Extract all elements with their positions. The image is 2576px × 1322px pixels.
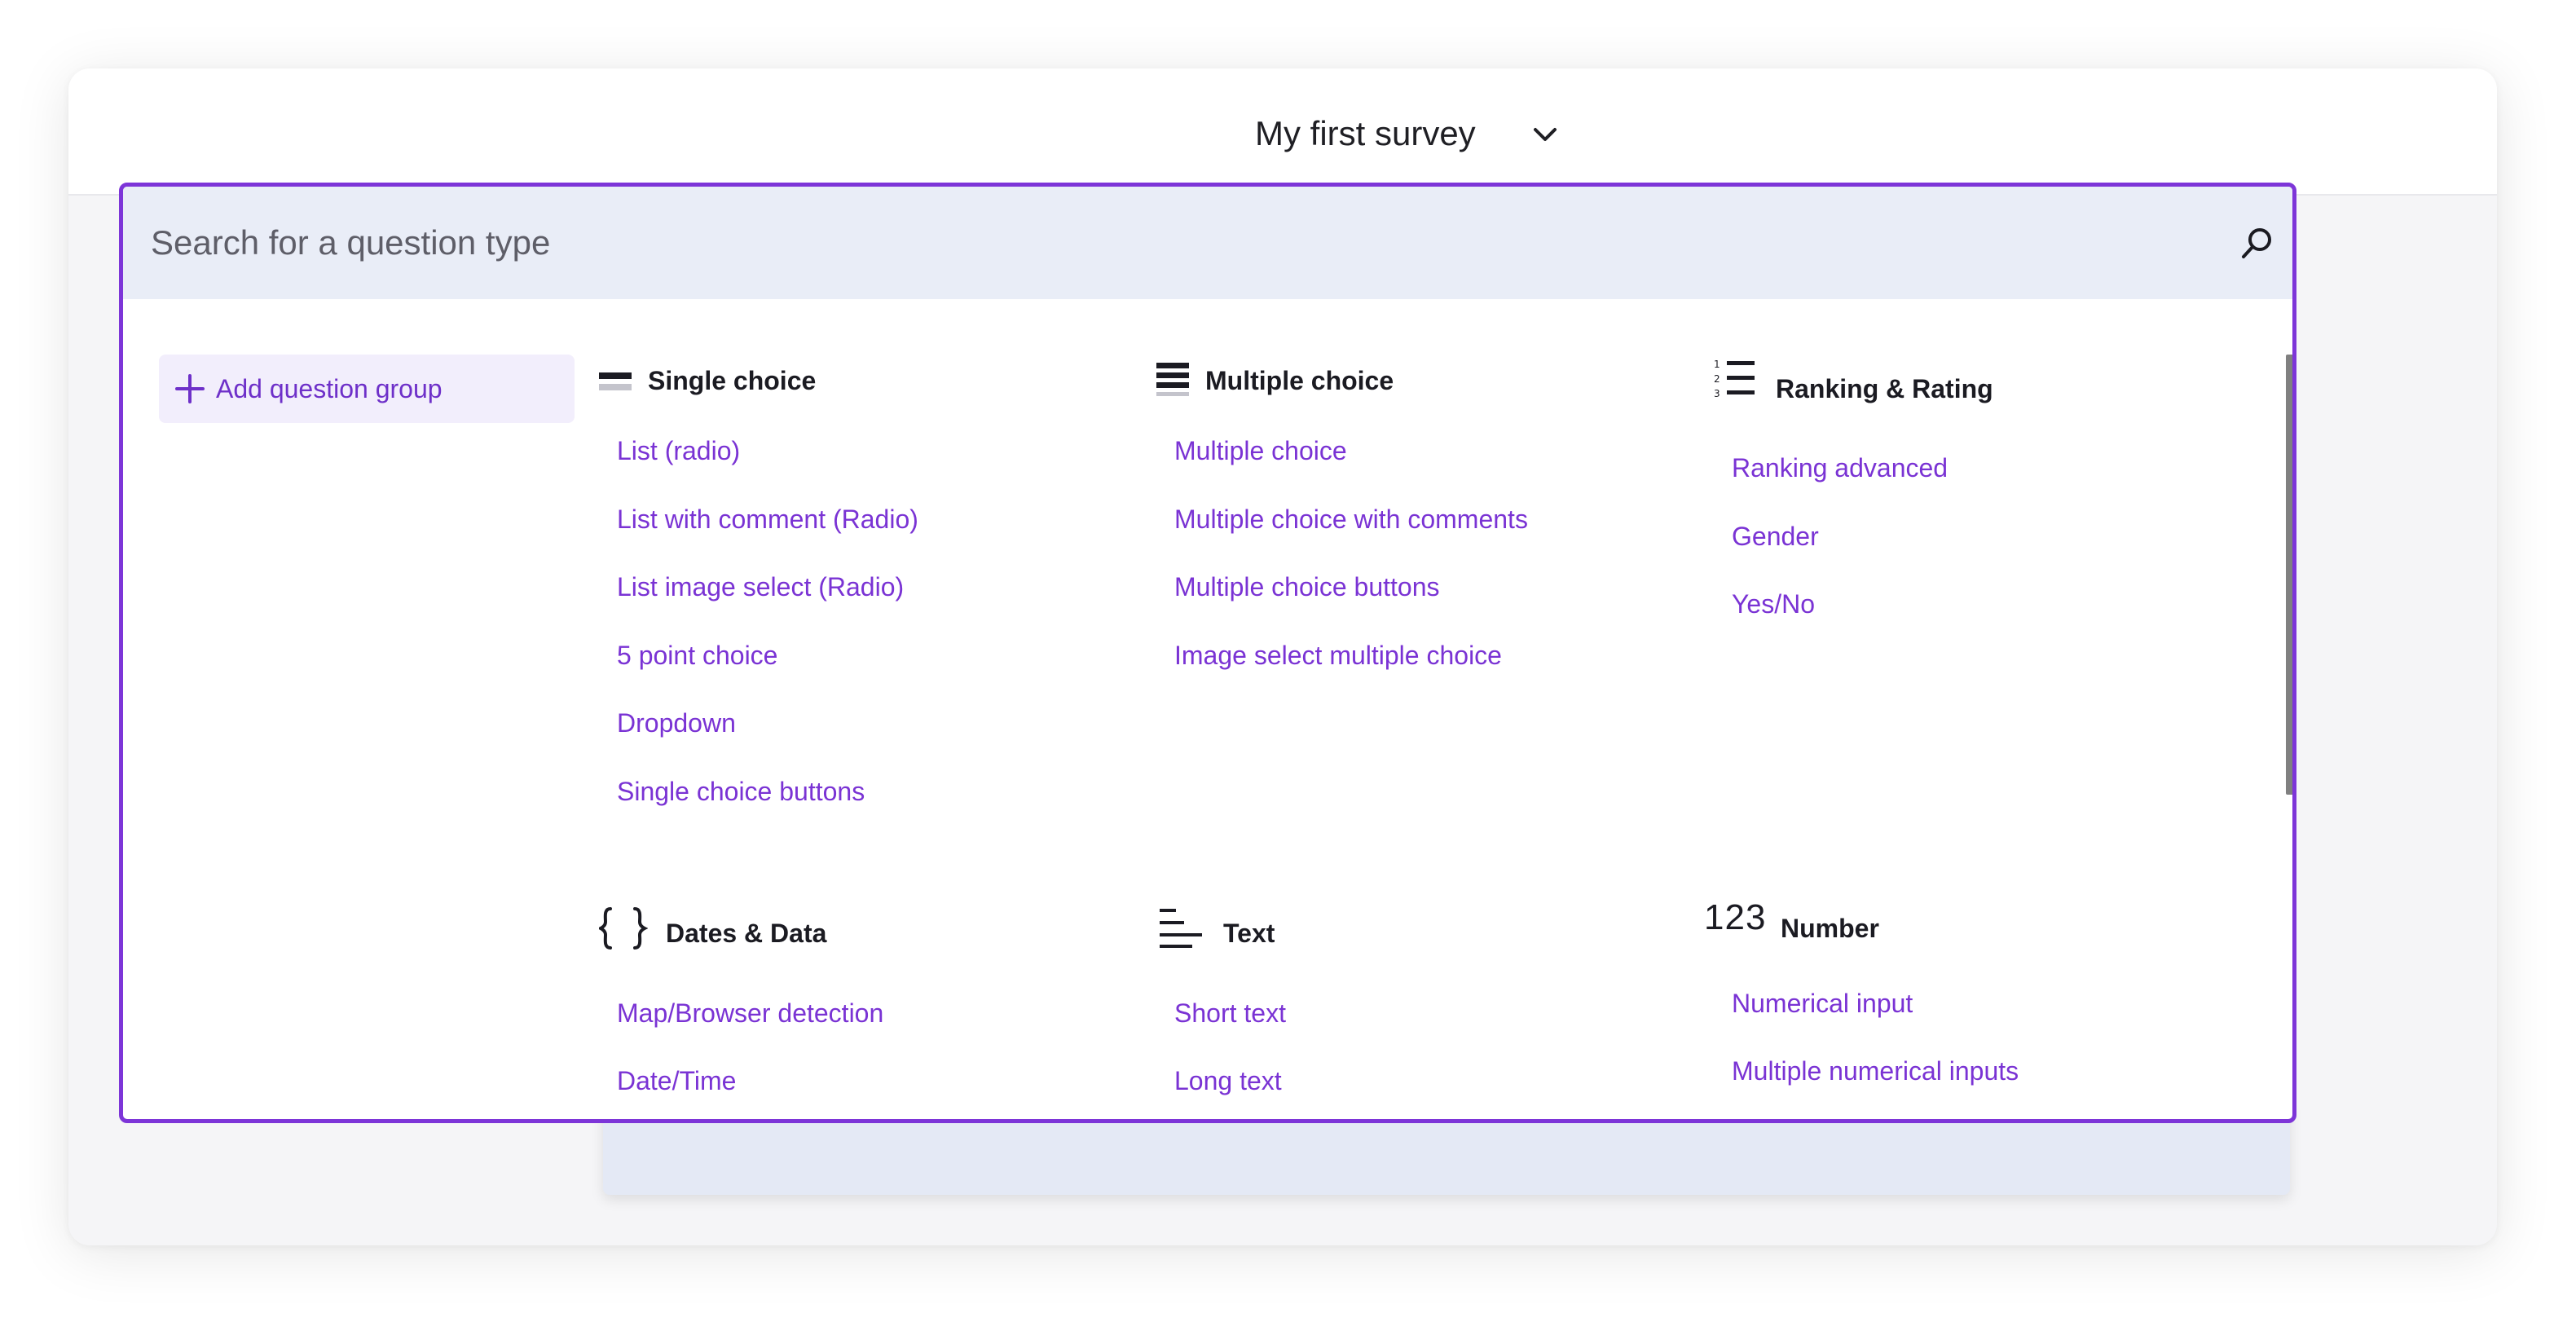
category-title: Ranking & Rating bbox=[1776, 374, 1993, 403]
question-type-single-choice-buttons[interactable]: Single choice buttons bbox=[617, 773, 865, 809]
chevron-down-icon[interactable] bbox=[1527, 119, 1563, 152]
question-type-list-image-select-radio[interactable]: List image select (Radio) bbox=[617, 569, 904, 605]
question-type-multiple-choice-buttons[interactable]: Multiple choice buttons bbox=[1174, 569, 1440, 605]
search-bar bbox=[123, 187, 2292, 299]
number-icon: 123 bbox=[1704, 897, 1767, 937]
question-type-list-with-comment-radio[interactable]: List with comment (Radio) bbox=[617, 501, 918, 537]
svg-text:2: 2 bbox=[1714, 373, 1720, 385]
category-title: Multiple choice bbox=[1205, 366, 1394, 395]
single-choice-icon bbox=[599, 372, 632, 390]
curly-braces-icon bbox=[599, 907, 648, 950]
add-question-group-label: Add question group bbox=[216, 374, 443, 403]
question-type-gender[interactable]: Gender bbox=[1732, 518, 1819, 554]
category-title: Text bbox=[1223, 919, 1275, 948]
question-type-picker: Add question group Single choice List (r… bbox=[119, 183, 2296, 1123]
question-type-dropdown[interactable]: Dropdown bbox=[617, 705, 736, 741]
question-type-list-radio[interactable]: List (radio) bbox=[617, 433, 740, 469]
question-type-long-text[interactable]: Long text bbox=[1174, 1063, 1282, 1099]
question-type-ranking-advanced[interactable]: Ranking advanced bbox=[1732, 450, 1948, 486]
question-type-multiple-choice-with-comments[interactable]: Multiple choice with comments bbox=[1174, 501, 1528, 537]
question-type-date-time[interactable]: Date/Time bbox=[617, 1063, 736, 1099]
category-title: Number bbox=[1781, 914, 1879, 943]
plus-icon bbox=[175, 374, 205, 403]
question-type-map-browser-detection[interactable]: Map/Browser detection bbox=[617, 995, 883, 1031]
question-type-multiple-numerical-inputs[interactable]: Multiple numerical inputs bbox=[1732, 1053, 2019, 1089]
add-question-group-button[interactable]: Add question group bbox=[159, 355, 575, 423]
svg-text:1: 1 bbox=[1714, 359, 1720, 370]
category-title: Dates & Data bbox=[666, 919, 827, 948]
search-icon[interactable] bbox=[2239, 224, 2276, 262]
text-lines-icon bbox=[1160, 909, 1202, 948]
question-type-short-text[interactable]: Short text bbox=[1174, 995, 1286, 1031]
question-type-yes-no[interactable]: Yes/No bbox=[1732, 586, 1815, 622]
multiple-choice-icon bbox=[1156, 363, 1189, 396]
question-type-image-select-multiple-choice[interactable]: Image select multiple choice bbox=[1174, 637, 1502, 673]
search-input[interactable] bbox=[151, 214, 2107, 271]
ranked-list-icon: 1 2 3 bbox=[1714, 359, 1755, 399]
question-type-5-point-choice[interactable]: 5 point choice bbox=[617, 637, 777, 673]
survey-title[interactable]: My first survey bbox=[1255, 111, 1476, 156]
top-bar: My first survey bbox=[68, 68, 2497, 196]
scrollbar-thumb[interactable] bbox=[2286, 355, 2292, 795]
question-type-numerical-input[interactable]: Numerical input bbox=[1732, 985, 1913, 1021]
svg-text:3: 3 bbox=[1714, 388, 1720, 399]
category-title: Single choice bbox=[648, 366, 817, 395]
question-type-multiple-choice[interactable]: Multiple choice bbox=[1174, 433, 1347, 469]
